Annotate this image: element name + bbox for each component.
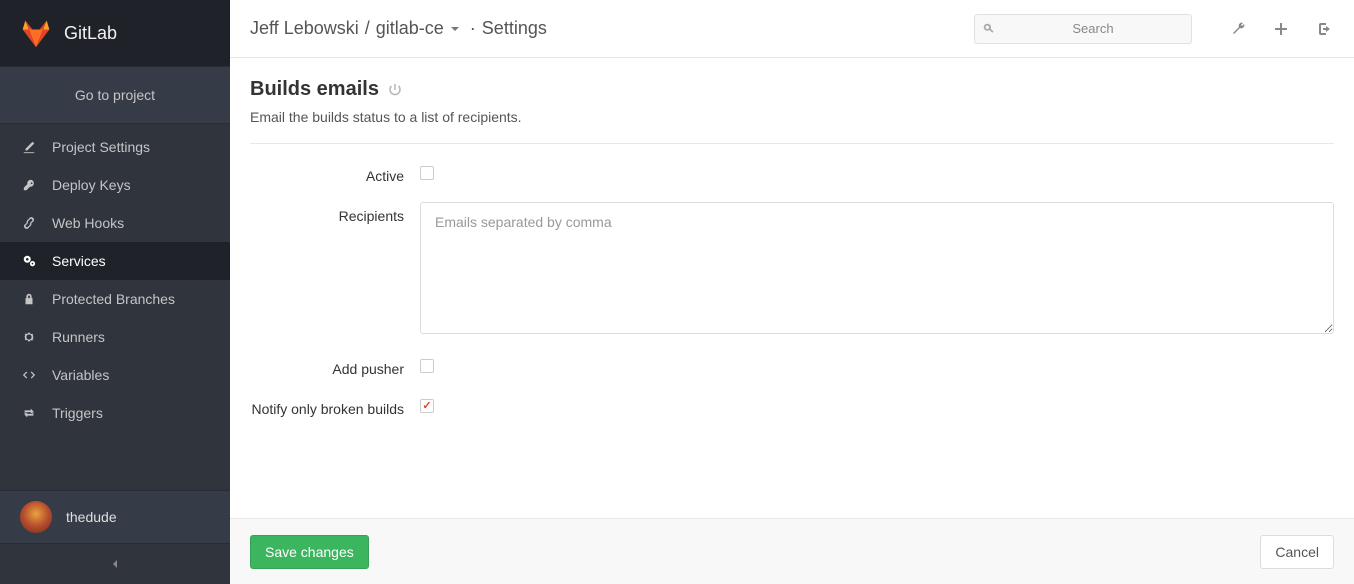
breadcrumb-dot: · bbox=[470, 18, 476, 39]
page-description: Email the builds status to a list of rec… bbox=[250, 109, 1334, 125]
search-wrap bbox=[974, 14, 1192, 44]
key-icon bbox=[20, 176, 38, 194]
sidebar-item-variables[interactable]: Variables bbox=[0, 356, 230, 394]
user-bar[interactable]: thedude bbox=[0, 490, 230, 544]
sidebar-collapse-button[interactable] bbox=[0, 544, 230, 584]
recipients-label: Recipients bbox=[250, 202, 420, 337]
code-icon bbox=[20, 366, 38, 384]
sidebar-item-project-settings[interactable]: Project Settings bbox=[0, 128, 230, 166]
avatar bbox=[20, 501, 52, 533]
sidebar-item-label: Deploy Keys bbox=[52, 177, 131, 193]
edit-icon bbox=[20, 138, 38, 156]
topbar: Jeff Lebowski / gitlab-ce · Settings bbox=[230, 0, 1354, 58]
gears-icon bbox=[20, 252, 38, 270]
search-icon bbox=[982, 22, 996, 36]
lock-icon bbox=[20, 290, 38, 308]
breadcrumb: Jeff Lebowski / gitlab-ce · Settings bbox=[250, 18, 547, 39]
chevron-down-icon[interactable] bbox=[450, 24, 460, 34]
sidebar-nav: Project Settings Deploy Keys Web Hooks S… bbox=[0, 124, 230, 432]
sidebar-item-web-hooks[interactable]: Web Hooks bbox=[0, 204, 230, 242]
sidebar-item-label: Variables bbox=[52, 367, 109, 383]
breadcrumb-owner[interactable]: Jeff Lebowski bbox=[250, 18, 359, 39]
sidebar-header: GitLab bbox=[0, 0, 230, 66]
sidebar-item-label: Runners bbox=[52, 329, 105, 345]
recipients-textarea[interactable] bbox=[420, 202, 1334, 334]
search-input[interactable] bbox=[974, 14, 1192, 44]
gear-icon bbox=[20, 328, 38, 346]
go-to-project-button[interactable]: Go to project bbox=[0, 66, 230, 124]
sidebar-item-label: Services bbox=[52, 253, 106, 269]
breadcrumb-separator: / bbox=[365, 18, 370, 39]
wrench-icon[interactable] bbox=[1228, 18, 1250, 40]
active-checkbox[interactable] bbox=[420, 166, 434, 180]
add-pusher-label: Add pusher bbox=[250, 355, 420, 377]
retweet-icon bbox=[20, 404, 38, 422]
sidebar-item-label: Protected Branches bbox=[52, 291, 175, 307]
sidebar-item-label: Project Settings bbox=[52, 139, 150, 155]
sidebar-item-label: Triggers bbox=[52, 405, 103, 421]
gitlab-logo bbox=[20, 17, 52, 49]
sidebar-item-label: Web Hooks bbox=[52, 215, 124, 231]
sidebar-item-protected-branches[interactable]: Protected Branches bbox=[0, 280, 230, 318]
breadcrumb-project[interactable]: gitlab-ce bbox=[376, 18, 444, 39]
footer-bar: Save changes Cancel bbox=[230, 518, 1354, 584]
breadcrumb-page: Settings bbox=[482, 18, 547, 39]
sidebar-item-triggers[interactable]: Triggers bbox=[0, 394, 230, 432]
notify-broken-label: Notify only broken builds bbox=[250, 395, 420, 417]
power-icon bbox=[387, 82, 403, 98]
sign-out-icon[interactable] bbox=[1312, 18, 1334, 40]
add-pusher-checkbox[interactable] bbox=[420, 359, 434, 373]
notify-broken-checkbox[interactable] bbox=[420, 399, 434, 413]
sidebar-item-services[interactable]: Services bbox=[0, 242, 230, 280]
plus-icon[interactable] bbox=[1270, 18, 1292, 40]
link-icon bbox=[20, 214, 38, 232]
username: thedude bbox=[66, 509, 117, 525]
save-button[interactable]: Save changes bbox=[250, 535, 369, 569]
sidebar-item-runners[interactable]: Runners bbox=[0, 318, 230, 356]
brand-name: GitLab bbox=[64, 23, 117, 44]
page-title: Builds emails bbox=[250, 78, 379, 101]
go-to-project-label: Go to project bbox=[75, 87, 155, 103]
active-label: Active bbox=[250, 162, 420, 184]
chevron-left-icon bbox=[110, 559, 120, 569]
cancel-button[interactable]: Cancel bbox=[1260, 535, 1334, 569]
divider bbox=[250, 143, 1334, 144]
sidebar-item-deploy-keys[interactable]: Deploy Keys bbox=[0, 166, 230, 204]
